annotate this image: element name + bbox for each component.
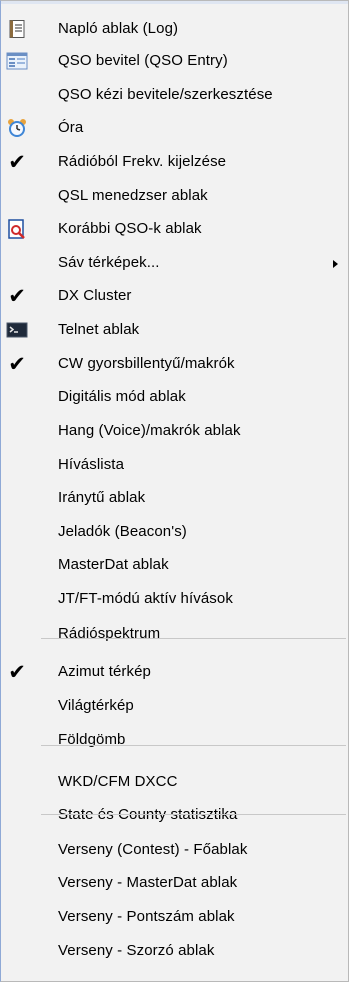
checkmark-icon: ✔: [5, 151, 29, 173]
empty-gutter: [5, 386, 29, 408]
empty-gutter: [5, 420, 29, 442]
menu-item-jt-ft-modu-aktiv-hivasok[interactable]: JT/FT-módú aktív hívások: [1, 583, 348, 615]
menu-item-label: Verseny - MasterDat ablak: [58, 874, 238, 891]
empty-gutter: [5, 84, 29, 106]
menu-item-label: Rádióból Frekv. kijelzése: [58, 153, 227, 170]
checkmark-glyph: ✔: [8, 150, 26, 174]
menu-item-label: Óra: [58, 119, 84, 136]
menu-separator: [41, 638, 346, 639]
empty-gutter: [5, 454, 29, 476]
document-search-icon: [5, 218, 29, 240]
menu-item-label: Iránytű ablak: [58, 489, 146, 506]
menu-item-hivaslista[interactable]: Híváslista: [1, 449, 348, 481]
menu-item-hang-voice-makrok-ablak[interactable]: Hang (Voice)/makrók ablak: [1, 415, 348, 447]
empty-gutter: [5, 771, 29, 793]
menu-item-label: Azimut térkép: [58, 663, 151, 680]
menu-item-label: CW gyorsbillentyű/makrók: [58, 355, 235, 372]
empty-gutter: [5, 940, 29, 962]
empty-gutter: [5, 185, 29, 207]
menu-item-verseny-contest-foablak[interactable]: Verseny (Contest) - Főablak: [1, 834, 348, 866]
submenu-arrow-icon: [333, 260, 338, 268]
menu-item-jeladok-beacon-s[interactable]: Jeladók (Beacon's): [1, 516, 348, 548]
empty-gutter: [5, 588, 29, 610]
menu-item-label: JT/FT-módú aktív hívások: [58, 590, 233, 607]
menu-item-masterdat-ablak[interactable]: MasterDat ablak: [1, 549, 348, 581]
empty-gutter: [5, 804, 29, 826]
menu-item-label: Verseny (Contest) - Főablak: [58, 841, 248, 858]
menu-item-label: Rádióspektrum: [58, 625, 161, 642]
alarm-clock-icon: [5, 117, 29, 139]
menu-item-label: DX Cluster: [58, 287, 132, 304]
menu-item-qso-bevitel-qso-entry[interactable]: QSO bevitel (QSO Entry): [1, 45, 348, 77]
menu-item-vilagterkep[interactable]: Világtérkép: [1, 690, 348, 722]
checkmark-icon: ✔: [5, 285, 29, 307]
menu-item-radiospektrum[interactable]: Rádióspektrum: [1, 618, 348, 650]
menu-item-label: Híváslista: [58, 456, 125, 473]
menu-item-label: State és County statisztika: [58, 806, 238, 823]
menu-item-label: Hang (Voice)/makrók ablak: [58, 422, 241, 439]
checkmark-glyph: ✔: [8, 352, 26, 376]
menu-item-ora[interactable]: Óra: [1, 112, 348, 144]
menu-item-digitalis-mod-ablak[interactable]: Digitális mód ablak: [1, 381, 348, 413]
empty-gutter: [5, 252, 29, 274]
menu-item-naplo-ablak-log[interactable]: Napló ablak (Log): [1, 13, 348, 45]
menu-item-label: QSO bevitel (QSO Entry): [58, 52, 228, 69]
menu-item-label: Jeladók (Beacon's): [58, 523, 187, 540]
menu-item-dx-cluster[interactable]: ✔ DX Cluster: [1, 280, 348, 312]
menu-top-edge: [1, 1, 348, 4]
log-notebook-icon: [5, 18, 29, 40]
menu-item-label: Napló ablak (Log): [58, 20, 179, 37]
empty-gutter: [5, 554, 29, 576]
menu-item-korabbi-qso-k-ablak[interactable]: Korábbi QSO-k ablak: [1, 213, 348, 245]
menu-item-sav-terkepek[interactable]: Sáv térképek...: [1, 247, 348, 279]
menu-item-cw-gyorsbillentyu-makrok[interactable]: ✔ CW gyorsbillentyű/makrók: [1, 348, 348, 380]
terminal-window-icon: [5, 319, 29, 341]
menu-item-azimut-terkep[interactable]: ✔ Azimut térkép: [1, 656, 348, 688]
menu-separator: [41, 814, 346, 815]
menu-item-qsl-menedzser-ablak[interactable]: QSL menedzser ablak: [1, 180, 348, 212]
menu-item-verseny-masterdat-ablak[interactable]: Verseny - MasterDat ablak: [1, 867, 348, 899]
empty-gutter: [5, 695, 29, 717]
empty-gutter: [5, 623, 29, 645]
menu-item-label: MasterDat ablak: [58, 556, 169, 573]
menu-item-telnet-ablak[interactable]: Telnet ablak: [1, 314, 348, 346]
entry-form-icon: [5, 50, 29, 72]
menu-item-label: Földgömb: [58, 731, 126, 748]
checkmark-glyph: ✔: [8, 660, 26, 684]
empty-gutter: [5, 729, 29, 751]
menu-item-label: Sáv térképek...: [58, 254, 160, 271]
menu-item-label: Világtérkép: [58, 697, 134, 714]
menu-separator: [41, 745, 346, 746]
menu-item-iranytu-ablak[interactable]: Iránytű ablak: [1, 482, 348, 514]
menu-item-qso-kezi-bevitele-szerkesztese[interactable]: QSO kézi bevitele/szerkesztése: [1, 79, 348, 111]
checkmark-icon: ✔: [5, 353, 29, 375]
menu-item-label: Telnet ablak: [58, 321, 140, 338]
menu-item-verseny-szorzo-ablak[interactable]: Verseny - Szorzó ablak: [1, 935, 348, 967]
checkmark-icon: ✔: [5, 661, 29, 683]
empty-gutter: [5, 839, 29, 861]
menu-item-foldgomb[interactable]: Földgömb: [1, 724, 348, 756]
menu-item-label: QSL menedzser ablak: [58, 187, 208, 204]
menu-item-verseny-pontszam-ablak[interactable]: Verseny - Pontszám ablak: [1, 901, 348, 933]
checkmark-glyph: ✔: [8, 284, 26, 308]
menu-item-label: Verseny - Pontszám ablak: [58, 908, 235, 925]
menu-item-label: Korábbi QSO-k ablak: [58, 220, 202, 237]
empty-gutter: [5, 521, 29, 543]
empty-gutter: [5, 906, 29, 928]
menu-item-radiobol-frekv-kijelzese[interactable]: ✔ Rádióból Frekv. kijelzése: [1, 146, 348, 178]
menu-item-state-es-county-statisztika[interactable]: State és County statisztika: [1, 799, 348, 831]
menu-item-label: Verseny - Szorzó ablak: [58, 942, 215, 959]
menu-item-label: WKD/CFM DXCC: [58, 773, 178, 790]
menu-item-label: QSO kézi bevitele/szerkesztése: [58, 86, 273, 103]
menu-item-label: Digitális mód ablak: [58, 388, 186, 405]
view-menu: Napló ablak (Log) QSO bevitel (QSO Entry)…: [0, 0, 349, 982]
empty-gutter: [5, 487, 29, 509]
empty-gutter: [5, 872, 29, 894]
menu-item-wkd-cfm-dxcc[interactable]: WKD/CFM DXCC: [1, 766, 348, 798]
